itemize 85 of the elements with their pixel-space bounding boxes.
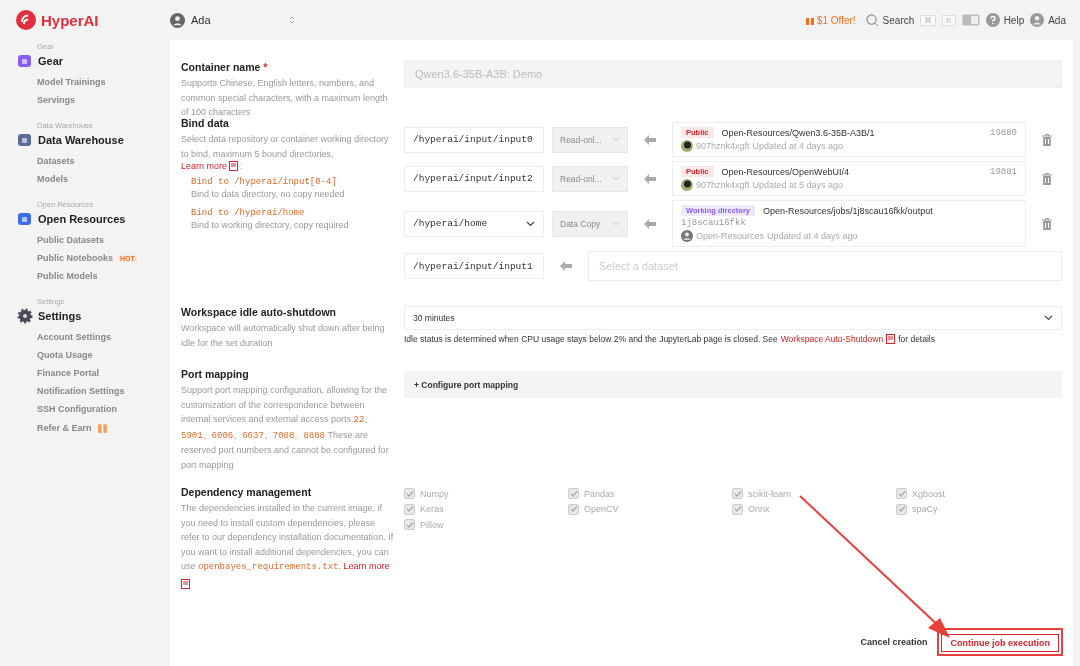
updated-time: Updated at 4 days ago <box>767 231 858 241</box>
trash-icon[interactable] <box>1042 133 1052 146</box>
continue-button[interactable]: Continue job execution <box>941 634 1059 652</box>
nav-group-title[interactable]: Settings <box>38 310 82 322</box>
help-button[interactable]: Help <box>985 13 1025 27</box>
translate-icon[interactable] <box>961 14 980 26</box>
package-label: Keras <box>420 504 444 515</box>
book-icon <box>181 578 190 589</box>
brand-name: HyperAI <box>41 11 99 29</box>
learn-more-link[interactable]: Learn more <box>343 561 390 571</box>
field-title: Bind data <box>181 117 229 129</box>
field-description: Supports Chinese, English letters, numbers, and common special characters, with a maximum length of 100 characters <box>181 77 389 119</box>
cancel-button[interactable]: Cancel creation <box>854 636 934 648</box>
nav-group-title[interactable]: Gear <box>38 55 64 67</box>
dataset-name: Open-Resources/OpenWebUI/4 <box>721 166 849 177</box>
learn-more-link[interactable]: Learn more <box>181 161 228 171</box>
dataset-number: 19881 <box>990 166 1017 177</box>
avatar-icon <box>170 12 185 28</box>
idle-note: Idle status is determined when CPU usage stays below 2% and the JupyterLab page is closed. See <box>404 334 778 344</box>
field-description: Support port mapping configuration, allowing for the customization of the correspondence between internal services and external access ports.22、5901、6006、6637、7088、8888 These are reserved port numbers and cannot be configured for port mapping <box>181 384 390 472</box>
package-label: Pillow <box>420 519 444 530</box>
field-description: The dependencies installed in the current image, if you need to install custom dependencies, please refer to our dependency installation documentation. If you want to install additional dependencies, you can use openbayes_requirements.txt. Learn more <box>181 502 394 574</box>
field-title: Dependency management <box>181 486 312 498</box>
arrow-left-icon <box>644 218 656 229</box>
field-title: Workspace idle auto-shutdown <box>181 306 336 318</box>
shortcut-key: ⌘ <box>920 14 937 26</box>
idle-note-end: for details <box>898 334 935 344</box>
gear-icon <box>17 308 33 324</box>
search-icon <box>865 13 879 27</box>
arrow-left-icon <box>644 134 656 145</box>
cube-icon <box>17 53 33 69</box>
book-icon <box>886 334 896 344</box>
arrow-left-icon <box>644 173 656 184</box>
cube-icon <box>17 211 33 227</box>
updated-time: Updated at 5 days ago <box>752 180 844 190</box>
nav-group-title[interactable]: Open Resources <box>38 213 126 225</box>
path-select[interactable]: /hyperai/input/input1 <box>404 253 544 279</box>
package-label: Xgboost <box>912 488 946 499</box>
cube-icon <box>17 132 33 148</box>
package-label: Onnx <box>748 504 770 515</box>
path-select[interactable]: /hyperai/input/input0 <box>404 126 544 153</box>
nav-group-title[interactable]: Data Warehouse <box>38 134 124 146</box>
dataset-owner: Open-Resources <box>696 231 765 241</box>
auto-shutdown-link[interactable]: Workspace Auto-Shutdown <box>780 334 884 344</box>
gift-icon <box>804 15 815 25</box>
field-title: Container name <box>181 61 261 73</box>
field-description: Workspace will automatically shut down after being idle for the set duration <box>181 322 386 350</box>
workspace-switcher[interactable]: Ada <box>170 12 295 28</box>
avatar-icon <box>1030 13 1045 27</box>
updated-time: Updated at 4 days ago <box>752 141 844 151</box>
dataset-number: 19880 <box>990 127 1017 138</box>
dataset-owner: 907hznk4xgft <box>696 180 750 190</box>
package-label: scikit-learn <box>748 488 791 499</box>
logo-icon <box>15 9 37 31</box>
package-label: OpenCV <box>584 504 619 515</box>
trash-icon[interactable] <box>1042 172 1052 185</box>
trash-icon[interactable] <box>1042 217 1052 230</box>
package-label: spaCy <box>912 504 938 515</box>
dataset-code: 1j8scau16fkk <box>681 218 747 228</box>
search-button[interactable]: Search <box>865 13 915 27</box>
duration-select[interactable]: 30 minutes <box>404 306 1062 330</box>
bind-rule-note: Bind to working directory, copy required <box>190 218 350 232</box>
field-description: Select data repository or container working directory to bind, maximum 5 bound directories, <box>181 133 390 161</box>
package-label: Numpy <box>420 488 449 499</box>
bind-rule: Bind to /hyperai/home <box>191 207 305 218</box>
avatar-icon <box>681 179 693 191</box>
colon-text: : <box>240 161 243 171</box>
dataset-name: Open-Resources/Qwen3.6-35B-A3B/1 <box>721 127 875 138</box>
field-title: Port mapping <box>181 368 249 380</box>
avatar-icon <box>681 140 693 152</box>
required-mark: * <box>263 61 268 73</box>
help-icon <box>985 13 1000 27</box>
arrow-left-icon <box>560 261 572 271</box>
configure-port-button[interactable]: + Configure port mapping <box>404 371 1062 398</box>
dataset-name: Open-Resources/jobs/1j8scau16fkk/output <box>763 205 933 216</box>
sort-icon <box>289 15 295 25</box>
avatar-icon <box>681 230 693 242</box>
dataset-owner: 907hznk4xgft <box>696 141 750 151</box>
path-select[interactable]: /hyperai/input/input2 <box>404 165 544 192</box>
package-label: Pandas <box>584 488 615 499</box>
book-icon <box>229 161 239 171</box>
user-menu[interactable]: Ada <box>1030 13 1066 27</box>
path-select[interactable]: /hyperai/home <box>404 210 544 237</box>
bind-rule-note: Bind to data directory, no copy needed <box>190 188 346 201</box>
bind-rule: Bind to /hyperai/input[0-4] <box>191 177 337 187</box>
